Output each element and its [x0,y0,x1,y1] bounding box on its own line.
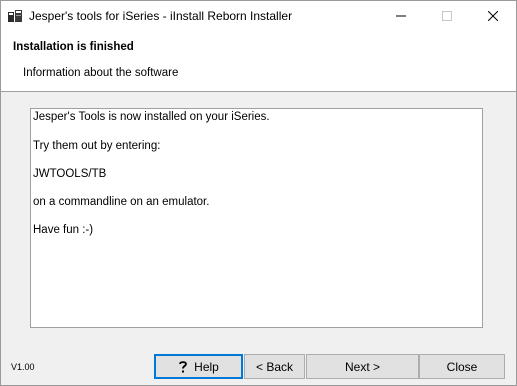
info-line: on a commandline on an emulator. [33,196,210,208]
info-line: Jesper's Tools is now installed on your … [33,111,270,123]
close-button[interactable]: Close [419,354,505,379]
info-line: JWTOOLS/TB [33,168,107,180]
next-button-label: Next > [344,359,380,374]
maximize-icon[interactable] [424,1,470,30]
close-button-label: Close [446,359,478,374]
info-line: Have fun :-) [33,224,94,236]
help-button[interactable]: Help [154,354,243,379]
back-button-label: < Back [255,359,294,374]
close-icon[interactable] [470,1,516,30]
version-label: V1.00 [11,362,35,372]
help-button-label: Help [194,359,219,374]
info-line: Try them out by entering: [33,140,161,152]
app-icon [7,8,23,24]
back-button[interactable]: < Back [244,354,305,379]
minimize-icon[interactable] [378,1,424,30]
window-title: Jesper's tools for iSeries - iInstall Re… [29,8,293,23]
question-mark-icon [178,360,188,374]
title-bar[interactable]: Jesper's tools for iSeries - iInstall Re… [1,1,516,30]
header-panel: Installation is finished Information abo… [1,30,516,92]
window-controls [378,1,516,30]
page-subtitle: Information about the software [23,67,179,79]
page-title: Installation is finished [13,41,134,53]
installer-window: Jesper's tools for iSeries - iInstall Re… [0,0,517,386]
next-button[interactable]: Next > [306,354,419,379]
info-text-area[interactable]: Jesper's Tools is now installed on your … [30,108,483,328]
